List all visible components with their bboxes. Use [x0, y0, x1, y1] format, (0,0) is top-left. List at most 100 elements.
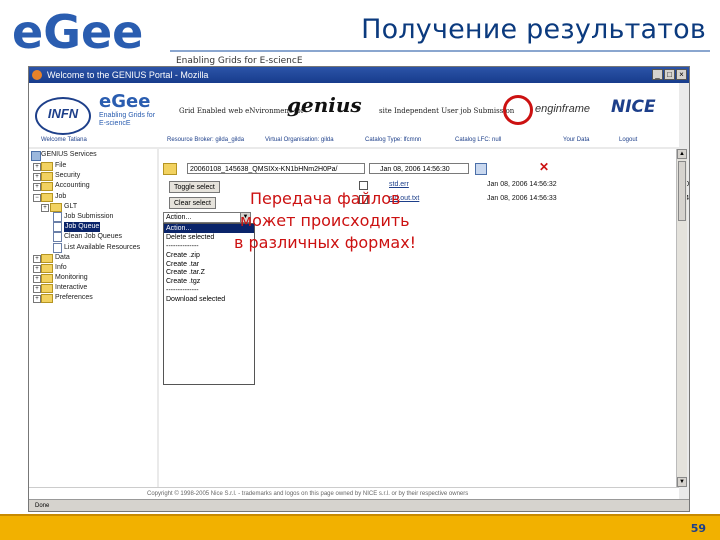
dropdown-option[interactable]: Download selected — [164, 295, 254, 304]
folder-icon — [50, 202, 62, 212]
egee-small-text: eGee — [99, 91, 151, 112]
sidebar-item-security[interactable]: + Security — [29, 171, 157, 182]
action-select-value: Action... — [166, 214, 192, 221]
sidebar-item-label: Accounting — [55, 182, 90, 190]
tagline: Enabling Grids for E-sciencE — [176, 56, 303, 66]
sidebar-item-job-submission[interactable]: Job Submission — [29, 211, 157, 222]
sidebar-item-glt[interactable]: + GLT — [29, 202, 157, 212]
folder-icon — [41, 274, 53, 284]
folder-icon[interactable] — [163, 163, 177, 175]
portal-infobar: Welcome Tatiana Resource Broker: gilda_g… — [29, 135, 679, 147]
expand-icon[interactable]: + — [33, 183, 41, 192]
sidebar-item-info[interactable]: + Info — [29, 263, 157, 273]
callout-line: может происходить — [240, 211, 410, 230]
collapse-icon[interactable]: − — [33, 193, 41, 202]
virtual-organisation: Virtual Organisation: gilda — [265, 137, 334, 143]
footer-band: 59 — [0, 514, 720, 540]
sidebar-header: GENIUS Services — [29, 149, 157, 161]
header-divider — [170, 50, 710, 52]
resource-broker: Resource Broker: gilda_gilda — [167, 137, 245, 143]
welcome-text: Welcome Tatiana — [41, 137, 87, 143]
portal-banner: INFN eGee Enabling Grids for E-sciencE G… — [29, 83, 679, 136]
sidebar-item-data[interactable]: + Data — [29, 253, 157, 263]
folder-icon — [41, 253, 53, 263]
sidebar-item-accounting[interactable]: + Accounting — [29, 181, 157, 192]
select-all-icon[interactable] — [475, 163, 487, 175]
output-path-field[interactable]: 20060108_145638_QMSIXx-KN1bHNm2H0Pa/ — [187, 163, 365, 174]
expand-icon[interactable]: + — [33, 264, 41, 273]
sidebar-item-label: Data — [55, 253, 70, 261]
sidebar-item-label: Monitoring — [55, 274, 88, 282]
slide-title: Получение результатов — [361, 14, 706, 45]
minimize-button[interactable]: _ — [652, 69, 663, 80]
file-date: Jan 08, 2006 14:56:33 — [487, 195, 557, 202]
document-icon — [53, 222, 62, 233]
sidebar-item-preferences[interactable]: + Preferences — [29, 293, 157, 304]
window-controls: _ □ × — [652, 69, 687, 80]
enginframe-text: enginframe — [535, 103, 591, 115]
sidebar-header-label: GENIUS Services — [41, 151, 97, 158]
clear-select-button[interactable]: Clear select — [169, 197, 216, 209]
sidebar-item-label: Info — [55, 263, 67, 271]
scroll-thumb[interactable] — [678, 161, 686, 221]
document-icon — [53, 211, 62, 222]
sidebar-item-job-queue[interactable]: Job Queue — [29, 222, 157, 233]
logout-link[interactable]: Logout — [619, 137, 637, 143]
delete-x-icon[interactable]: ✕ — [539, 161, 549, 173]
output-date-field[interactable]: Jan 08, 2006 14:56:30 — [369, 163, 469, 174]
egee-logo-text: eGee — [12, 6, 143, 56]
dropdown-option[interactable]: Create .tar.Z — [164, 268, 254, 277]
browser-window: Welcome to the GENIUS Portal - Mozilla _… — [28, 66, 690, 512]
mozilla-icon — [32, 70, 42, 80]
folder-icon — [41, 172, 53, 182]
portal-footer: Copyright © 1998-2005 Nice S.r.l. - trad… — [29, 487, 679, 499]
folder-open-icon — [41, 192, 53, 202]
dropdown-option[interactable]: Create .tgz — [164, 277, 254, 286]
vertical-scrollbar[interactable]: ▲ ▼ — [676, 149, 687, 487]
scroll-up-icon[interactable]: ▲ — [677, 149, 687, 159]
expand-icon[interactable]: + — [33, 295, 41, 304]
sidebar-item-clean-job-queues[interactable]: Clean Job Queues — [29, 232, 157, 243]
genius-text: genius — [287, 93, 362, 117]
sidebar-item-label: GLT — [64, 202, 78, 210]
sidebar-item-label: Job — [55, 192, 67, 200]
footer-stripe — [0, 514, 720, 516]
dropdown-option[interactable]: Create .tar — [164, 260, 254, 269]
sidebar-item-monitoring[interactable]: + Monitoring — [29, 273, 157, 284]
scroll-down-icon[interactable]: ▼ — [677, 477, 687, 487]
grid-enabled-text: Grid Enabled web eNvironment for — [179, 107, 305, 115]
document-icon — [53, 232, 62, 243]
sidebar-item-list-resources[interactable]: List Available Resources — [29, 242, 157, 253]
action-select[interactable]: Action... ▼ — [163, 212, 251, 223]
enginframe-logo: enginframe — [503, 95, 595, 127]
folder-icon — [41, 263, 53, 273]
sidebar-item-file[interactable]: + File — [29, 161, 157, 171]
folder-icon — [41, 162, 53, 171]
close-button[interactable]: × — [676, 69, 687, 80]
egee-small-logo: eGee Enabling Grids for E-sciencE — [99, 91, 161, 133]
toggle-select-button[interactable]: Toggle select — [169, 181, 220, 193]
expand-icon[interactable]: + — [33, 173, 41, 182]
egee-small-subtitle: Enabling Grids for E-sciencE — [99, 112, 156, 127]
document-icon — [53, 242, 62, 253]
folder-icon — [41, 294, 53, 304]
expand-icon[interactable]: + — [33, 254, 41, 263]
sidebar-item-interactive[interactable]: + Interactive — [29, 283, 157, 294]
genius-logo: genius — [287, 93, 363, 127]
expand-icon[interactable]: + — [33, 275, 41, 284]
sidebar-item-label: Security — [55, 172, 81, 180]
sidebar-item-job[interactable]: − Job — [29, 192, 157, 202]
sidebar-item-label: Job Submission — [64, 212, 114, 220]
help-link[interactable]: Your Data — [563, 137, 589, 143]
infn-logo: INFN — [35, 97, 91, 135]
expand-icon[interactable]: + — [33, 285, 41, 294]
window-title: Welcome to the GENIUS Portal - Mozilla — [47, 70, 209, 80]
expand-icon[interactable]: + — [41, 203, 49, 212]
sidebar-item-label: Interactive — [55, 284, 88, 292]
callout-line: Передача файлов — [250, 189, 401, 208]
sidebar-item-label: Clean Job Queues — [64, 233, 122, 241]
sidebar-item-label: File — [55, 162, 67, 169]
callout-line: в различных формах! — [234, 233, 417, 252]
expand-icon[interactable]: + — [33, 163, 41, 171]
maximize-button[interactable]: □ — [664, 69, 675, 80]
